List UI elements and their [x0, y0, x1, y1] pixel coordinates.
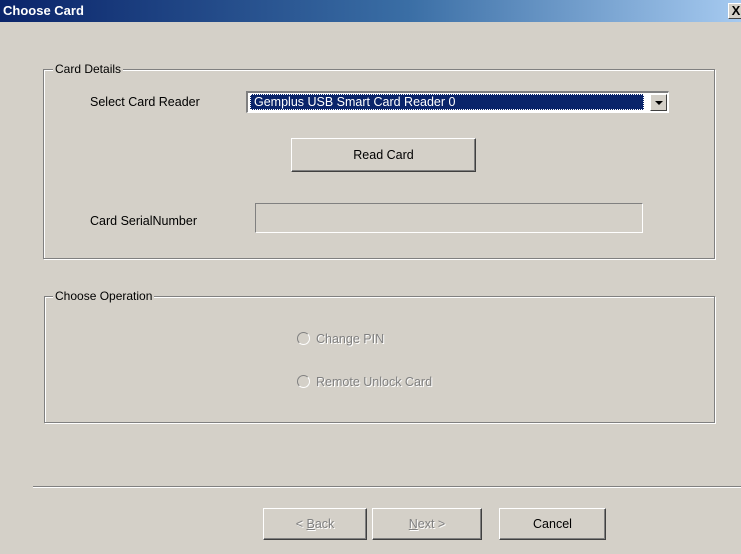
close-button[interactable]: X — [728, 3, 741, 19]
card-serial-number-label: Card SerialNumber — [90, 214, 197, 228]
back-button-mnemonic: B — [306, 517, 315, 531]
footer-separator — [33, 486, 741, 488]
change-pin-radio[interactable]: Change PIN — [297, 331, 447, 347]
read-card-button[interactable]: Read Card — [291, 138, 476, 172]
card-reader-selected-value: Gemplus USB Smart Card Reader 0 — [250, 94, 644, 110]
close-icon: X — [731, 3, 741, 18]
card-serial-number-field — [255, 203, 643, 233]
remote-unlock-card-radio[interactable]: Remote Unlock Card — [297, 374, 467, 390]
radio-circle-icon — [297, 375, 310, 388]
remote-unlock-card-label: Remote Unlock Card — [316, 375, 433, 389]
card-reader-select[interactable]: Gemplus USB Smart Card Reader 0 — [246, 91, 669, 113]
radio-circle-icon — [297, 332, 310, 345]
choose-operation-group — [44, 296, 715, 423]
chevron-down-icon[interactable] — [650, 94, 667, 111]
cancel-button[interactable]: Cancel — [499, 508, 606, 540]
select-card-reader-label: Select Card Reader — [90, 95, 200, 109]
read-card-button-label: Read Card — [353, 148, 414, 162]
next-button[interactable]: Next > — [372, 508, 482, 540]
window-title: Choose Card — [3, 3, 84, 18]
back-button[interactable]: < Back — [263, 508, 367, 540]
cancel-button-label: Cancel — [533, 517, 572, 531]
back-button-rest: ack — [314, 517, 335, 531]
choose-operation-legend: Choose Operation — [53, 289, 155, 303]
change-pin-label: Change PIN — [316, 332, 385, 346]
back-button-prefix: < — [295, 517, 307, 531]
next-button-rest: ext > — [417, 517, 446, 531]
title-bar: Choose Card — [0, 0, 741, 22]
next-button-mnemonic: N — [408, 517, 418, 531]
card-details-legend: Card Details — [53, 62, 124, 76]
